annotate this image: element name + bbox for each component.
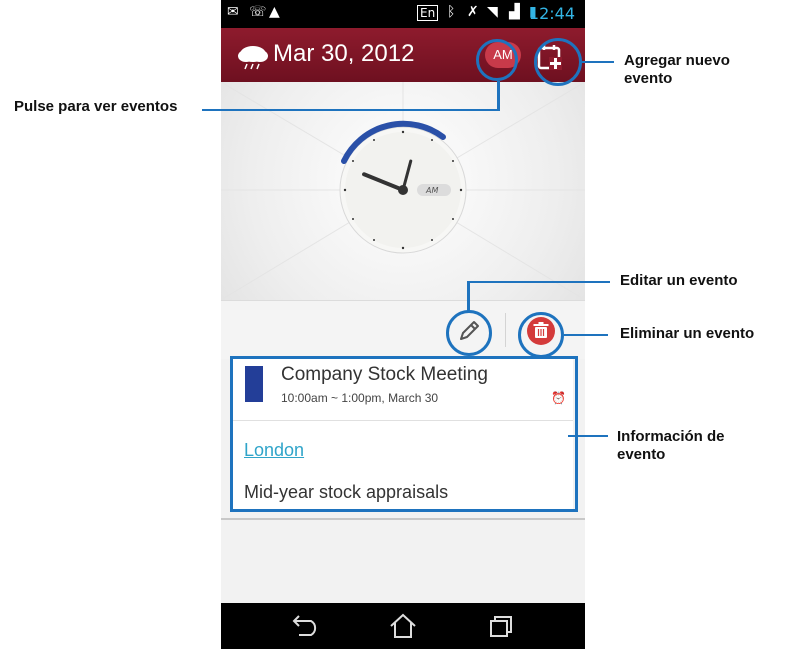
add-highlight-circle: [534, 38, 582, 86]
edit-highlight-circle: [446, 310, 492, 356]
edit-connector-h: [467, 281, 610, 283]
recent-apps-icon[interactable]: [486, 613, 516, 639]
back-icon[interactable]: [289, 613, 319, 639]
status-time: 12:44: [528, 4, 575, 23]
callout-add-event-line2: evento: [624, 70, 673, 87]
callout-delete-event: Eliminar un evento: [620, 325, 755, 342]
status-bar: ✉ ☏ ▲ En ᛒ ✗ ◥ ▟ ▮ 12:44: [221, 0, 585, 28]
callout-add-event: Agregar nuevo evento: [624, 52, 730, 88]
content-divider: [221, 518, 585, 520]
analog-clock[interactable]: AM: [221, 82, 585, 300]
view-events-connector: [497, 81, 500, 111]
callout-event-info-line2: evento: [617, 446, 666, 463]
callout-event-info: Información de evento: [617, 428, 725, 464]
app-bar: Mar 30, 2012 AM: [221, 28, 585, 82]
warning-icon: ▲: [269, 4, 280, 20]
keyboard-lang-indicator: En: [417, 5, 439, 21]
callout-view-events: Pulse para ver eventos: [14, 98, 178, 115]
delete-connector: [564, 334, 608, 336]
clock-ampm-label: AM: [425, 186, 438, 195]
ampm-highlight-circle: [476, 39, 518, 81]
delete-highlight-circle: [518, 312, 564, 358]
add-event-connector: [582, 61, 614, 63]
event-info-connector: [568, 435, 608, 437]
gmail-icon: ✉: [227, 4, 239, 20]
signal-icon: ▟: [509, 4, 520, 20]
wifi-icon: ◥: [487, 4, 498, 20]
view-events-connector-h: [202, 109, 500, 111]
clock-panel: AM: [221, 82, 585, 300]
event-info-highlight-box: [230, 356, 578, 512]
callout-add-event-line1: Agregar nuevo: [624, 52, 730, 69]
clock-center: [398, 185, 408, 195]
mute-icon: ✗: [467, 4, 479, 20]
bluetooth-icon: ᛒ: [447, 4, 456, 20]
home-icon[interactable]: [388, 613, 418, 639]
cloud-rain-icon: [238, 46, 268, 70]
action-divider: [505, 313, 506, 347]
date-selector[interactable]: Mar 30, 2012: [273, 40, 414, 68]
missed-call-icon: ☏: [249, 4, 267, 20]
callout-event-info-line1: Información de: [617, 428, 725, 445]
callout-edit-event: Editar un evento: [620, 272, 738, 289]
edit-connector-v: [467, 282, 470, 312]
nav-bar: [221, 603, 585, 649]
